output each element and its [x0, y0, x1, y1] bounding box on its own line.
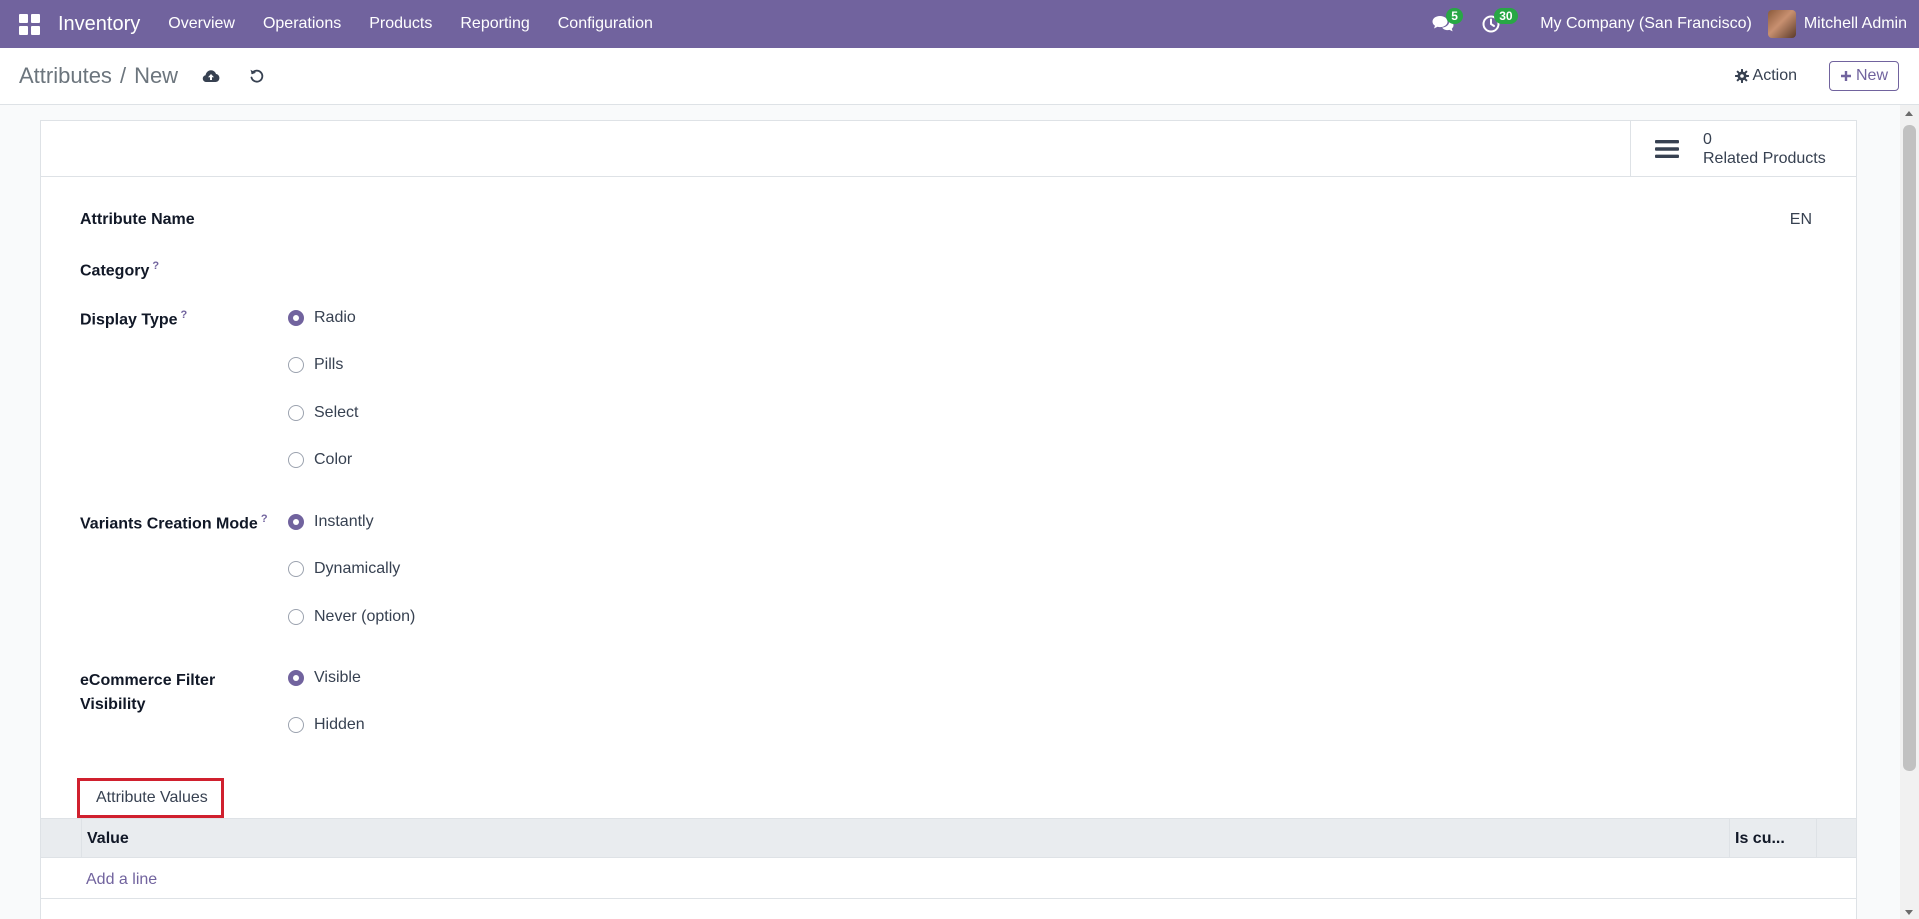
save-button[interactable]	[196, 61, 226, 91]
form-sheet: 0 Related Products Attribute Name EN Cat…	[40, 120, 1857, 919]
radio-icon[interactable]	[288, 405, 304, 421]
radio-checked-icon[interactable]	[288, 514, 304, 530]
ecommerce-visibility-radio[interactable]: Visible	[288, 669, 361, 687]
table-header: Value Is cu...	[41, 818, 1856, 858]
help-tooltip-icon[interactable]: ?	[181, 309, 188, 321]
top-navbar: Inventory Overview Operations Products R…	[0, 0, 1919, 48]
radio-label: Pills	[314, 356, 344, 373]
radio-icon[interactable]	[288, 452, 304, 468]
scrollbar-thumb[interactable]	[1903, 125, 1916, 771]
radio-label: Instantly	[314, 513, 374, 530]
radio-checked-icon[interactable]	[288, 310, 304, 326]
radio-label: Radio	[314, 309, 356, 326]
display-type-radio[interactable]: Color	[288, 451, 352, 469]
radio-label: Color	[314, 451, 353, 468]
radio-icon[interactable]	[288, 717, 304, 733]
breadcrumb-separator: /	[119, 63, 127, 88]
discard-button[interactable]	[242, 61, 272, 91]
breadcrumb-current: New	[134, 63, 179, 88]
menu-reporting[interactable]: Reporting	[446, 15, 543, 33]
radio-label: Never (option)	[314, 608, 416, 625]
tab-attribute-values[interactable]: Attribute Values	[96, 789, 208, 807]
radio-label: Visible	[314, 669, 361, 686]
menu-configuration[interactable]: Configuration	[544, 15, 667, 33]
column-header-value[interactable]: Value	[87, 830, 129, 848]
ecommerce-visibility-label: eCommerce Filter Visibility	[80, 672, 216, 713]
variants-creation-mode-label: Variants Creation Mode?	[80, 513, 268, 533]
radio-icon[interactable]	[288, 357, 304, 373]
plus-icon	[1840, 71, 1851, 81]
scrollbar[interactable]	[1900, 105, 1919, 919]
user-avatar[interactable]	[1767, 10, 1796, 38]
list-icon	[1655, 139, 1679, 158]
breadcrumb-attributes[interactable]: Attributes	[19, 63, 112, 89]
display-type-label: Display Type?	[80, 309, 188, 329]
activities-badge: 30	[1494, 8, 1518, 24]
menu-overview[interactable]: Overview	[154, 15, 249, 33]
column-header-is-custom[interactable]: Is cu...	[1735, 830, 1785, 848]
table-row-divider	[41, 898, 1856, 899]
display-type-radio[interactable]: Radio	[288, 309, 356, 327]
control-panel: Attributes / New Action New	[0, 48, 1919, 105]
variants-mode-radio[interactable]: Never (option)	[288, 608, 415, 626]
add-line-link[interactable]: Add a line	[86, 871, 157, 889]
scroll-up-icon[interactable]	[1905, 111, 1913, 116]
messages-button[interactable]: 5	[1424, 0, 1463, 48]
related-products-button[interactable]: 0 Related Products	[1630, 121, 1856, 176]
new-button[interactable]: New	[1828, 61, 1899, 91]
company-switcher[interactable]: My Company (San Francisco)	[1540, 15, 1752, 33]
cloud-upload-icon	[202, 70, 220, 82]
related-products-label: Related Products	[1703, 149, 1826, 167]
help-tooltip-icon[interactable]: ?	[152, 260, 159, 272]
radio-label: Select	[314, 404, 359, 421]
category-label: Category?	[80, 260, 160, 280]
attribute-name-label: Attribute Name	[80, 211, 195, 228]
messages-badge: 5	[1446, 8, 1463, 24]
app-brand[interactable]: Inventory	[58, 13, 154, 36]
new-label: New	[1855, 67, 1888, 84]
ecommerce-visibility-radio[interactable]: Hidden	[288, 716, 365, 734]
display-type-radio[interactable]: Pills	[288, 356, 343, 374]
radio-label: Dynamically	[314, 560, 401, 577]
variants-mode-radio[interactable]: Dynamically	[288, 560, 400, 578]
activities-button[interactable]: 30	[1472, 0, 1518, 48]
menu-operations[interactable]: Operations	[249, 15, 355, 33]
action-button[interactable]: Action	[1734, 67, 1797, 85]
radio-icon[interactable]	[288, 561, 304, 577]
action-label: Action	[1752, 67, 1797, 84]
menu-products[interactable]: Products	[355, 15, 446, 33]
variants-mode-radio[interactable]: Instantly	[288, 513, 374, 531]
button-box: 0 Related Products	[41, 121, 1856, 177]
apps-menu-icon[interactable]	[0, 0, 58, 48]
scroll-down-icon[interactable]	[1905, 910, 1913, 915]
radio-icon[interactable]	[288, 609, 304, 625]
undo-icon	[250, 69, 264, 83]
gear-icon	[1734, 69, 1749, 83]
radio-label: Hidden	[314, 716, 365, 733]
display-type-radio[interactable]: Select	[288, 404, 358, 422]
breadcrumb: Attributes / New	[0, 63, 178, 89]
language-button[interactable]: EN	[1790, 211, 1812, 229]
related-products-count: 0	[1703, 130, 1712, 148]
help-tooltip-icon[interactable]: ?	[261, 513, 268, 525]
user-menu[interactable]: Mitchell Admin	[1804, 15, 1907, 33]
radio-checked-icon[interactable]	[288, 670, 304, 686]
